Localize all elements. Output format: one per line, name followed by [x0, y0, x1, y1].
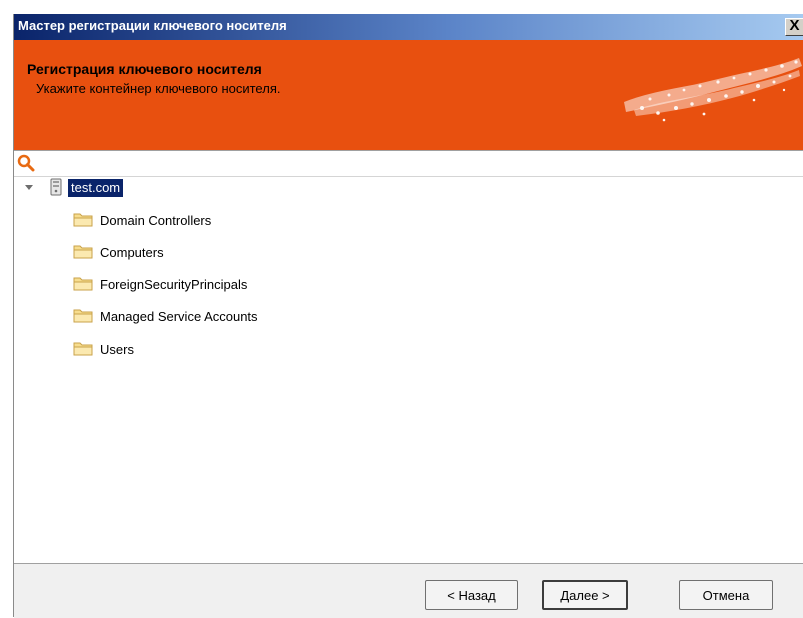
tree-root-node[interactable]: test.com — [23, 177, 124, 199]
search-toolbar — [14, 151, 803, 177]
back-button[interactable]: < Назад — [425, 580, 518, 610]
tree-item-domain-controllers[interactable]: Domain Controllers — [73, 209, 211, 231]
folder-icon — [73, 340, 93, 359]
banner-title: Регистрация ключевого носителя — [27, 61, 262, 77]
wizard-footer: < Назад Далее > Отмена — [14, 563, 803, 618]
title-bar: Мастер регистрации ключевого носителя X — [14, 14, 803, 40]
tree-item-label: Users — [100, 341, 134, 357]
tree-item-label: Computers — [100, 244, 164, 260]
container-tree: test.com Domain Controllers Computers Fo… — [14, 177, 803, 563]
tree-item-computers[interactable]: Computers — [73, 241, 164, 263]
folder-icon — [73, 307, 93, 326]
search-icon[interactable] — [17, 154, 35, 177]
banner-decoration-graphic — [624, 58, 802, 122]
folder-icon — [73, 243, 93, 262]
cancel-button[interactable]: Отмена — [679, 580, 773, 610]
wizard-header-banner: Регистрация ключевого носителя Укажите к… — [14, 40, 803, 151]
folder-icon — [73, 211, 93, 230]
folder-icon — [73, 275, 93, 294]
tree-item-users[interactable]: Users — [73, 338, 134, 360]
window-title: Мастер регистрации ключевого носителя — [18, 18, 287, 33]
tree-item-label: Managed Service Accounts — [100, 308, 258, 324]
tree-item-managed-service-accounts[interactable]: Managed Service Accounts — [73, 305, 258, 327]
tree-root-label: test.com — [68, 179, 124, 197]
next-button[interactable]: Далее > — [542, 580, 628, 610]
tree-item-foreign-security-principals[interactable]: ForeignSecurityPrincipals — [73, 273, 247, 295]
banner-subtitle: Укажите контейнер ключевого носителя. — [36, 81, 281, 96]
tree-item-label: Domain Controllers — [100, 212, 212, 228]
collapse-arrow-icon[interactable] — [23, 182, 35, 194]
tree-item-label: ForeignSecurityPrincipals — [100, 276, 248, 292]
close-button[interactable]: X — [785, 18, 803, 36]
close-icon: X — [789, 18, 800, 34]
server-icon — [49, 178, 63, 199]
wizard-window: Мастер регистрации ключевого носителя X … — [13, 14, 803, 618]
